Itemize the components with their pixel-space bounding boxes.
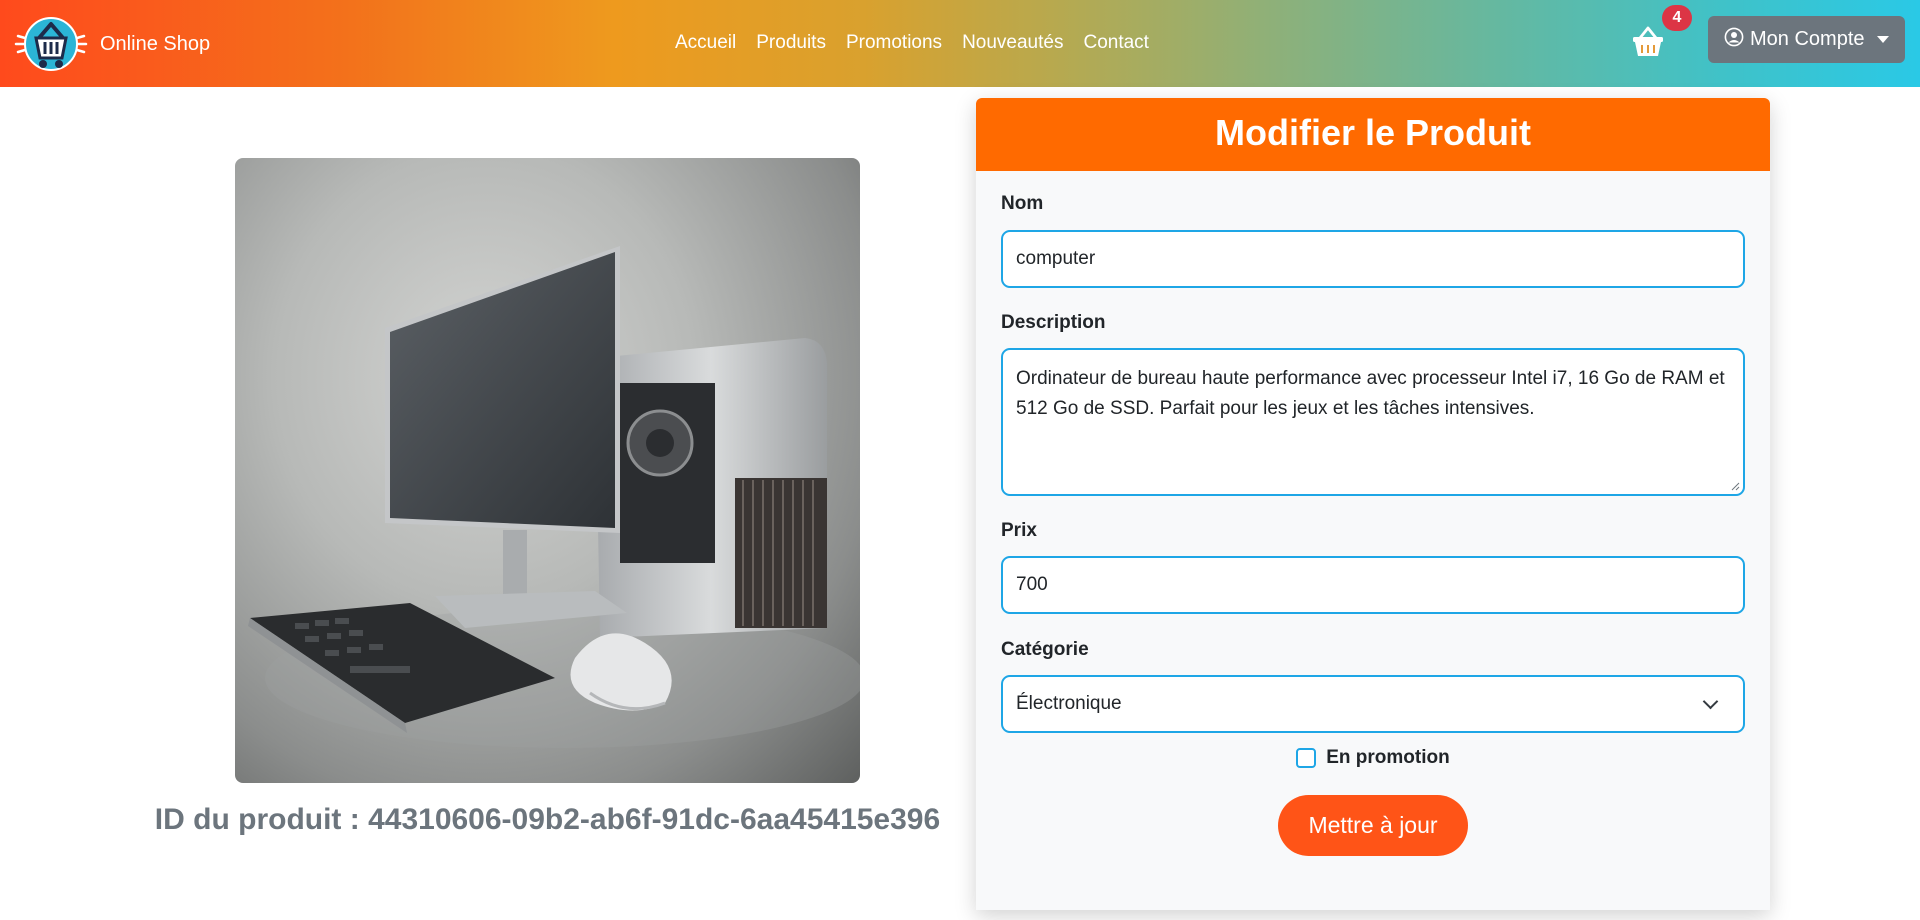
- main-nav: Accueil Produits Promotions Nouveautés C…: [675, 32, 1149, 54]
- account-label: Mon Compte: [1750, 28, 1865, 50]
- caret-down-icon: [1876, 36, 1889, 43]
- resize-grip-icon[interactable]: [1730, 481, 1740, 491]
- promotion-checkbox-row: En promotion: [976, 747, 1770, 769]
- brand-name[interactable]: Online Shop: [100, 33, 210, 56]
- category-select[interactable]: Électronique: [1001, 675, 1745, 733]
- description-label: Description: [1001, 312, 1106, 333]
- cart-basket-icon[interactable]: [1630, 24, 1666, 60]
- product-image: [235, 158, 860, 783]
- name-input[interactable]: computer: [1001, 230, 1745, 288]
- account-dropdown-button[interactable]: Mon Compte: [1708, 16, 1905, 63]
- nav-link-nouveautes[interactable]: Nouveautés: [962, 32, 1063, 54]
- promotion-label[interactable]: En promotion: [1326, 747, 1449, 769]
- shopping-basket-logo-icon: [14, 14, 88, 74]
- name-label: Nom: [1001, 193, 1044, 214]
- nav-link-promotions[interactable]: Promotions: [846, 32, 942, 54]
- product-id-text: ID du produit : 44310606-09b2-ab6f-91dc-…: [154, 803, 941, 836]
- update-button[interactable]: Mettre à jour: [1278, 795, 1468, 856]
- description-textarea[interactable]: Ordinateur de bureau haute performance a…: [1001, 348, 1745, 496]
- card-title: Modifier le Produit: [976, 98, 1770, 171]
- price-input-value: 700: [1016, 574, 1048, 595]
- cart-count-badge: 4: [1662, 5, 1692, 31]
- promotion-checkbox[interactable]: [1296, 748, 1317, 768]
- nav-link-contact[interactable]: Contact: [1083, 32, 1148, 54]
- chevron-down-icon: [1702, 693, 1719, 709]
- price-label: Prix: [1001, 520, 1037, 541]
- top-navbar: Online Shop Accueil Produits Promotions …: [0, 0, 1920, 87]
- nav-link-accueil[interactable]: Accueil: [675, 32, 736, 54]
- description-textarea-value: Ordinateur de bureau haute performance a…: [1016, 368, 1725, 419]
- price-input[interactable]: 700: [1001, 556, 1745, 614]
- user-circle-icon: [1724, 27, 1744, 53]
- nav-link-produits[interactable]: Produits: [756, 32, 826, 54]
- brand[interactable]: Online Shop: [14, 14, 210, 74]
- name-input-value: computer: [1016, 248, 1096, 269]
- category-label: Catégorie: [1001, 639, 1089, 660]
- edit-product-card: Modifier le Produit Nom computer Descrip…: [976, 98, 1770, 910]
- category-select-value: Électronique: [1016, 693, 1122, 714]
